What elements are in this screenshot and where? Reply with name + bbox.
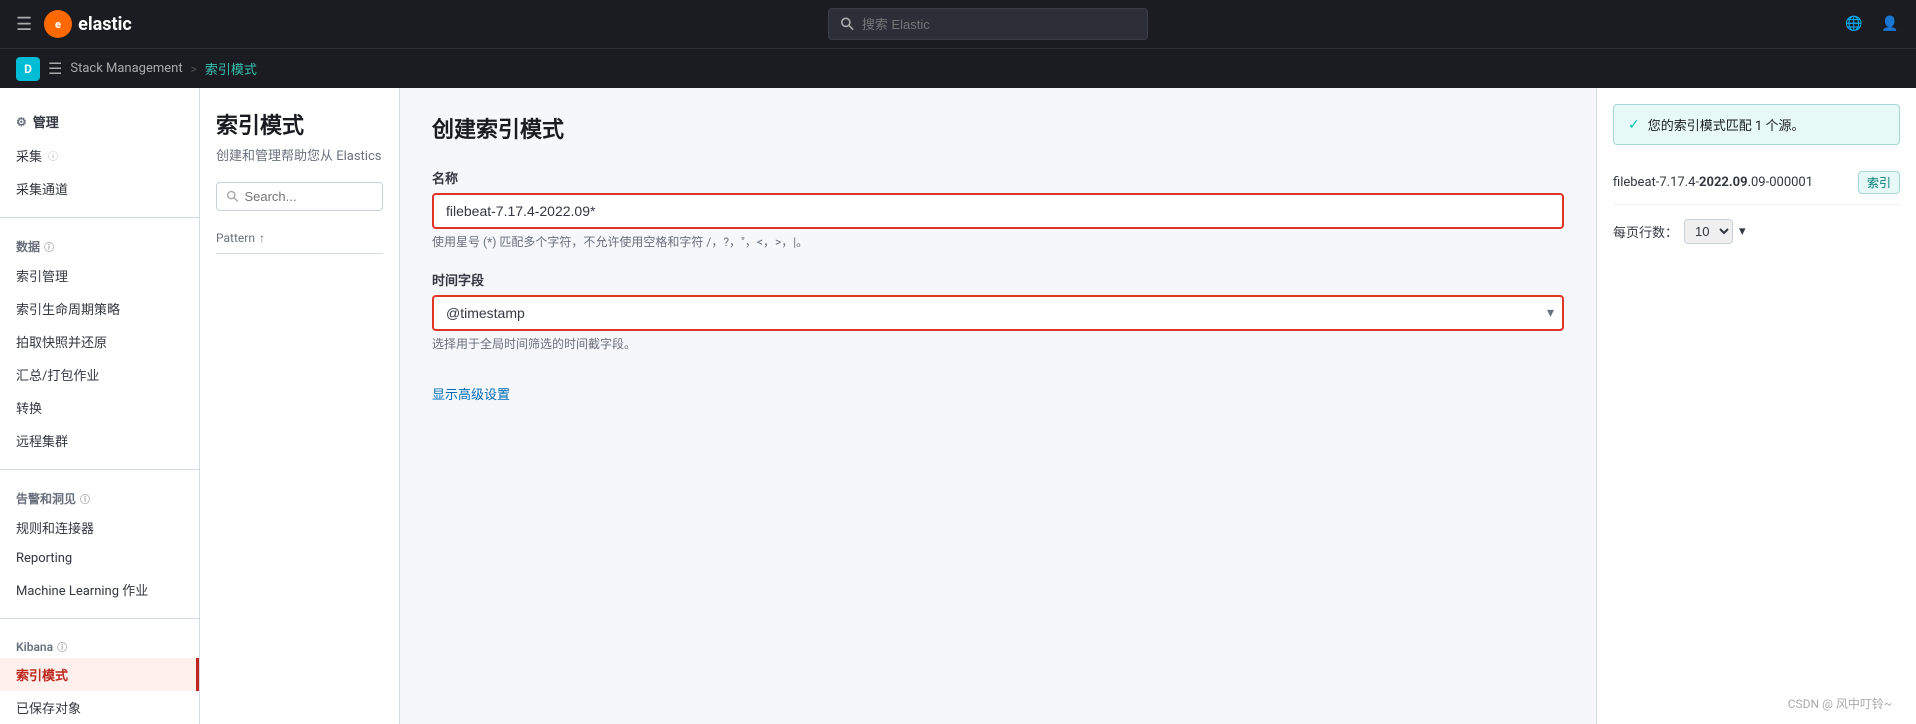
sidebar-remote-label: 远程集群 [16, 431, 68, 450]
sidebar-item-rollup[interactable]: 汇总/打包作业 [0, 358, 199, 391]
global-search-bar[interactable] [828, 8, 1148, 40]
sidebar-item-remote[interactable]: 远程集群 [0, 424, 199, 457]
show-advanced-link[interactable]: 显示高级设置 [432, 384, 510, 403]
sidebar-kibana-label: Kibana [16, 640, 53, 654]
name-label: 名称 [432, 168, 1564, 187]
sidebar-reporting-label: Reporting [16, 551, 72, 566]
gear-icon: ⚙ [16, 115, 27, 129]
sidebar-alert-section: 告警和洞见 ⓘ [0, 482, 199, 511]
info-icon: ⓘ [48, 148, 58, 163]
pagination-row: 每页行数： 10 25 50 ▾ [1613, 219, 1900, 244]
pattern-search-wrap[interactable] [216, 182, 383, 211]
sidebar-item-collect-sub[interactable]: 采集通道 [0, 172, 199, 205]
sidebar-collect-label: 采集 [16, 146, 42, 165]
sidebar-ml-label: Machine Learning 作业 [16, 580, 148, 599]
user-icon[interactable]: 👤 [1880, 14, 1900, 34]
timestamp-select[interactable]: @timestamp [432, 295, 1564, 331]
elastic-logo-text: elastic [78, 14, 132, 35]
sidebar-snapshot-label: 拍取快照并还原 [16, 332, 107, 351]
match-text: 您的索引模式匹配 1 个源。 [1648, 115, 1805, 134]
sidebar-item-index-patterns[interactable]: 索引模式 [0, 658, 199, 691]
chevron-down-icon-pag: ▾ [1739, 224, 1746, 239]
elastic-logo-icon: e [44, 10, 72, 38]
left-sidebar: ⚙ 管理 采集 ⓘ 采集通道 数据 ⓘ 索引管理 索引生命周期策略 拍取快照并还… [0, 88, 200, 724]
match-banner: ✓ 您的索引模式匹配 1 个源。 [1613, 104, 1900, 145]
sidebar-item-rules[interactable]: 规则和连接器 [0, 511, 199, 544]
sidebar-divider-1 [0, 217, 199, 218]
middle-panel: 索引模式 创建和管理帮助您从 Elastics Pattern ↑ [200, 88, 400, 724]
sidebar-toggle[interactable]: ☰ [48, 59, 62, 78]
main-content-area: 创建索引模式 名称 使用星号 (*) 匹配多个字符，不允许使用空格和字符 /，?… [400, 88, 1596, 724]
sidebar-item-ml[interactable]: Machine Learning 作业 [0, 573, 199, 606]
breadcrumb-current: 索引模式 [205, 59, 257, 78]
index-item: filebeat-7.17.4-2022.09.09-000001 索引 [1613, 161, 1900, 205]
timestamp-select-wrap[interactable]: @timestamp ▾ [432, 295, 1564, 331]
sidebar-item-index-lifecycle[interactable]: 索引生命周期策略 [0, 292, 199, 325]
sidebar-item-transform[interactable]: 转换 [0, 391, 199, 424]
index-tag-button[interactable]: 索引 [1858, 171, 1900, 194]
time-label: 时间字段 [432, 270, 1564, 289]
sidebar-index-lifecycle-label: 索引生命周期策略 [16, 299, 120, 318]
sidebar-divider-3 [0, 618, 199, 619]
sidebar-alert-label: 告警和洞见 [16, 490, 76, 507]
sidebar-index-patterns-label: 索引模式 [16, 665, 68, 684]
index-name-bold: 2022.09 [1699, 175, 1748, 190]
info-icon-alert: ⓘ [80, 491, 90, 506]
info-icon-kibana: ⓘ [57, 639, 67, 654]
info-icon-data: ⓘ [44, 239, 54, 254]
elastic-logo: e elastic [44, 10, 132, 38]
sidebar-kibana-section: Kibana ⓘ [0, 631, 199, 658]
sidebar-collect-sub-label: 采集通道 [16, 179, 68, 198]
pattern-search-input[interactable] [244, 189, 372, 204]
time-hint: 选择用于全局时间筛选的时间截字段。 [432, 335, 1564, 352]
right-panel: ✓ 您的索引模式匹配 1 个源。 filebeat-7.17.4-2022.09… [1596, 88, 1916, 724]
sidebar-item-snapshot[interactable]: 拍取快照并还原 [0, 325, 199, 358]
globe-icon[interactable]: 🌐 [1844, 14, 1864, 34]
create-form-title: 创建索引模式 [432, 112, 1564, 144]
sidebar-rollup-label: 汇总/打包作业 [16, 365, 99, 384]
pagination-select[interactable]: 10 25 50 [1684, 219, 1733, 244]
name-hint: 使用星号 (*) 匹配多个字符，不允许使用空格和字符 /，?，"，<，>，|。 [432, 233, 1564, 250]
pattern-col-label: Pattern [216, 231, 255, 245]
name-form-group: 名称 使用星号 (*) 匹配多个字符，不允许使用空格和字符 /，?，"，<，>，… [432, 168, 1564, 250]
sidebar-item-index-manage[interactable]: 索引管理 [0, 259, 199, 292]
sidebar-item-collect[interactable]: 采集 ⓘ [0, 139, 199, 172]
check-icon: ✓ [1628, 117, 1640, 133]
sidebar-data-section: 数据 ⓘ [0, 230, 199, 259]
sidebar-index-manage-label: 索引管理 [16, 266, 68, 285]
sidebar-divider-2 [0, 469, 199, 470]
sidebar-rules-label: 规则和连接器 [16, 518, 94, 537]
watermark: CSDN @ 风中叮铃~ [1788, 695, 1892, 712]
sort-icon[interactable]: ↑ [259, 231, 265, 245]
name-input[interactable] [432, 193, 1564, 229]
index-patterns-subtitle: 创建和管理帮助您从 Elastics [216, 148, 383, 166]
sidebar-item-reporting[interactable]: Reporting [0, 544, 199, 573]
breadcrumb-bar: D ☰ Stack Management > 索引模式 [0, 48, 1916, 88]
sidebar-item-saved-objects[interactable]: 已保存对象 [0, 691, 199, 724]
breadcrumb-separator: > [191, 62, 197, 76]
sidebar-saved-objects-label: 已保存对象 [16, 698, 81, 717]
time-form-group: 时间字段 @timestamp ▾ 选择用于全局时间筛选的时间截字段。 [432, 270, 1564, 352]
user-badge: D [16, 57, 40, 81]
sidebar-manage-label: 管理 [33, 112, 59, 131]
global-search-input[interactable] [862, 17, 1135, 32]
index-patterns-title: 索引模式 [216, 108, 383, 140]
svg-text:e: e [55, 18, 61, 31]
hamburger-menu[interactable]: ☰ [16, 14, 32, 35]
breadcrumb-stack-management[interactable]: Stack Management [70, 61, 182, 76]
sidebar-transform-label: 转换 [16, 398, 42, 417]
pattern-table-header: Pattern ↑ [216, 223, 383, 254]
sidebar-manage-section: ⚙ 管理 [0, 104, 199, 139]
sidebar-data-label: 数据 [16, 238, 40, 255]
pagination-label: 每页行数： [1613, 222, 1678, 241]
index-name: filebeat-7.17.4-2022.09.09-000001 [1613, 175, 1813, 190]
top-navigation: ☰ e elastic 🌐 👤 [0, 0, 1916, 48]
